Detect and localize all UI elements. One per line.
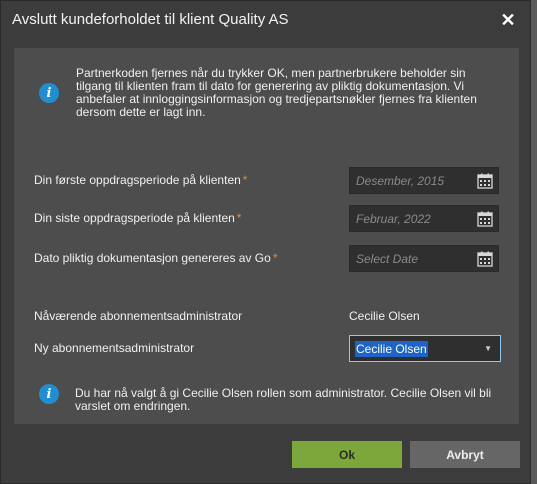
close-icon[interactable]: ✕ (500, 11, 516, 29)
calendar-icon[interactable] (477, 211, 493, 227)
dialog-titlebar: Avslutt kundeforholdet til klient Qualit… (1, 1, 530, 38)
first-period-value[interactable]: Desember, 2015 (356, 174, 444, 188)
info-message-admin-change: i Du har nå valgt å gi Cecilie Olsen rol… (39, 384, 509, 413)
chevron-down-icon[interactable]: ▼ (484, 344, 492, 353)
info-icon: i (39, 83, 59, 103)
required-marker: * (236, 211, 242, 225)
doc-date-placeholder[interactable]: Select Date (356, 252, 418, 266)
calendar-icon[interactable] (477, 173, 493, 189)
required-marker: * (272, 251, 278, 265)
info-text: Partnerkoden fjernes når du trykker OK, … (76, 66, 477, 119)
info-message-partner-code: i Partnerkoden fjernes når du trykker OK… (39, 67, 499, 119)
dialog-body: i Partnerkoden fjernes når du trykker OK… (14, 48, 519, 424)
dialog-title: Avslutt kundeforholdet til klient Qualit… (12, 11, 289, 28)
info-text: Du har nå valgt å gi Cecilie Olsen rolle… (75, 386, 492, 413)
cancel-button[interactable]: Avbryt (410, 441, 520, 468)
doc-date-label: Dato pliktig dokumentasjon genereres av … (34, 251, 278, 265)
current-admin-value: Cecilie Olsen (349, 309, 420, 323)
calendar-icon[interactable] (477, 251, 493, 267)
end-client-dialog: Avslutt kundeforholdet til klient Qualit… (0, 0, 531, 484)
current-admin-label: Nåværende abonnementsadministrator (34, 309, 243, 323)
last-period-label: Din siste oppdragsperiode på klienten * (34, 211, 242, 225)
last-period-value[interactable]: Februar, 2022 (356, 212, 431, 226)
new-admin-select[interactable]: Cecilie Olsen ▼ (349, 335, 501, 362)
required-marker: * (242, 173, 248, 187)
first-period-label: Din første oppdragsperiode på klienten * (34, 173, 248, 187)
info-icon: i (39, 384, 59, 404)
doc-date-datepicker[interactable]: Select Date (349, 245, 499, 272)
last-period-datepicker[interactable]: Februar, 2022 (349, 205, 499, 232)
new-admin-selected-value[interactable]: Cecilie Olsen (355, 340, 428, 357)
ok-button[interactable]: Ok (292, 441, 402, 468)
new-admin-label: Ny abonnementsadministrator (34, 341, 195, 355)
first-period-datepicker[interactable]: Desember, 2015 (349, 167, 499, 194)
